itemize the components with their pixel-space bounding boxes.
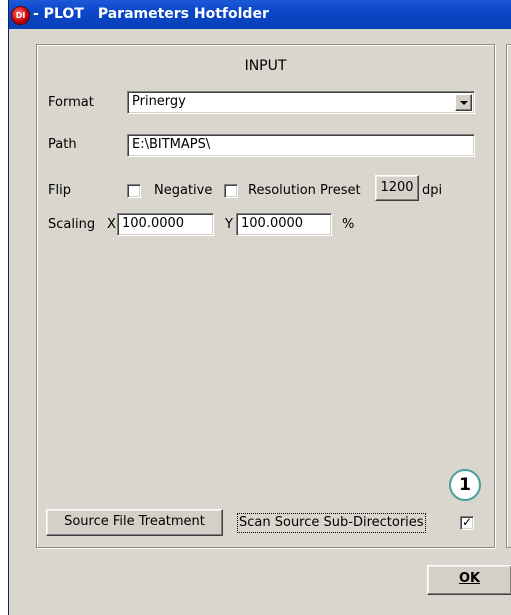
input-panel-title: INPUT bbox=[244, 58, 287, 74]
title-main: Parameters Hotfolder bbox=[97, 6, 269, 22]
format-value: Prinergy bbox=[132, 94, 186, 109]
input-panel: INPUT Format Prinergy Path E:\BITMAPS\ F… bbox=[36, 44, 495, 548]
scale-x-input[interactable]: 100.0000 bbox=[117, 213, 214, 236]
negative-checkbox[interactable] bbox=[224, 184, 238, 198]
resolution-unit: dpi bbox=[422, 183, 443, 198]
chevron-down-icon[interactable] bbox=[455, 94, 472, 111]
scan-subdirs-label[interactable]: Scan Source Sub-Directories bbox=[235, 511, 428, 535]
flip-checkbox[interactable] bbox=[127, 184, 141, 198]
path-input[interactable]: E:\BITMAPS\ bbox=[127, 134, 475, 157]
source-file-treatment-button[interactable]: Source File Treatment bbox=[46, 509, 223, 536]
scale-y-label: Y bbox=[225, 217, 233, 232]
parameters-hotfolder-window: DI - PLOT Parameters Hotfolder INPUT Form… bbox=[8, 0, 511, 615]
scale-x-label: X bbox=[107, 217, 116, 232]
title-prefix: - PLOT bbox=[33, 6, 84, 22]
callout-badge: 1 bbox=[449, 469, 481, 501]
title-bar[interactable]: DI - PLOT Parameters Hotfolder bbox=[9, 0, 511, 29]
negative-label: Negative bbox=[154, 183, 213, 198]
window-title: - PLOT Parameters Hotfolder bbox=[33, 6, 269, 22]
resolution-preset-label: Resolution Preset bbox=[248, 183, 361, 198]
app-icon[interactable]: DI bbox=[11, 6, 30, 25]
format-dropdown[interactable]: Prinergy bbox=[127, 91, 475, 114]
scale-unit: % bbox=[342, 217, 355, 232]
scan-subdirs-checkbox[interactable]: ✓ bbox=[460, 516, 474, 530]
checkmark-icon: ✓ bbox=[461, 515, 473, 529]
ok-button[interactable]: OK bbox=[427, 565, 511, 595]
resolution-value-button[interactable]: 1200 bbox=[375, 175, 419, 201]
scale-y-input[interactable]: 100.0000 bbox=[236, 213, 332, 236]
scaling-label: Scaling bbox=[48, 217, 96, 232]
format-label: Format bbox=[48, 95, 94, 110]
flip-label: Flip bbox=[48, 183, 71, 198]
right-panel-edge bbox=[506, 44, 511, 548]
path-label: Path bbox=[48, 137, 77, 152]
